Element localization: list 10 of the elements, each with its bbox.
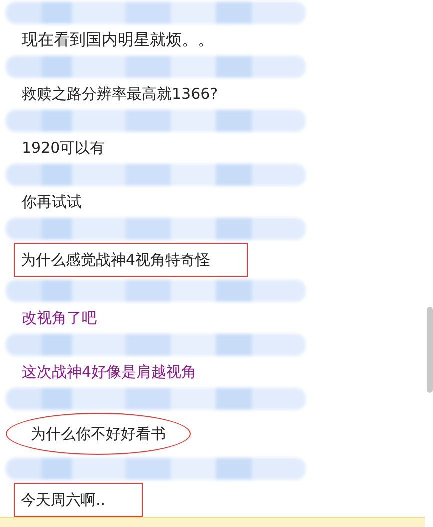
message-text: 救赎之路分辨率最高就1366? bbox=[21, 84, 220, 105]
message-text: 这次战神4好像是肩越视角 bbox=[21, 362, 198, 383]
message-text: 为什么你不好好看书 bbox=[6, 413, 191, 455]
message-text: 你再试试 bbox=[21, 192, 83, 213]
scrollbar-thumb[interactable] bbox=[427, 307, 433, 393]
message-text: 今天周六啊.. bbox=[14, 483, 143, 517]
message-text: 现在看到国内明星就烦。。 bbox=[21, 29, 215, 51]
message-text: 改视角了吧 bbox=[21, 308, 98, 329]
message-text: 为什么感觉战神4视角特奇怪 bbox=[14, 243, 248, 277]
message-text: 1920可以有 bbox=[21, 138, 106, 159]
